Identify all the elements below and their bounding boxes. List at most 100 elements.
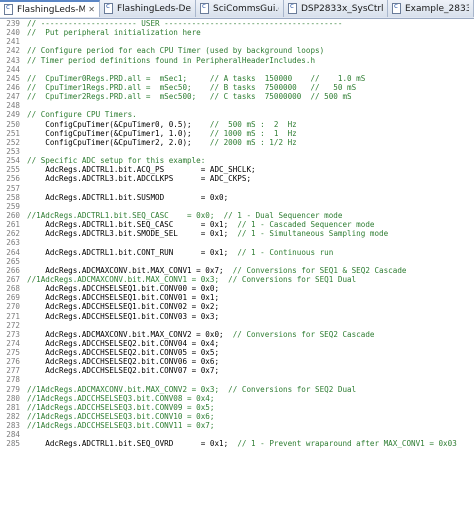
code-text: AdcRegs.ADCTRL1.bit.SEQ_OVRD = 0x1; (27, 439, 238, 449)
code-line[interactable]: 266 AdcRegs.ADCMAXCONV.bit.MAX_CONV1 = 0… (0, 266, 474, 275)
code-line[interactable]: 249 // Configure CPU Timers. (0, 110, 474, 119)
code-line[interactable]: 250 ConfigCpuTimer(&CpuTimer0, 0.5); // … (0, 120, 474, 129)
line-number: 250 (6, 119, 20, 129)
c-file-icon (4, 3, 13, 15)
code-line[interactable]: 281 //1AdcRegs.ADCCHSELSEQ3.bit.CONV09 = … (0, 403, 474, 412)
tab-example-2833x[interactable]: Example_2833x (388, 0, 474, 17)
line-number: 268 (6, 284, 20, 294)
line-number: 248 (6, 101, 20, 111)
code-line[interactable]: 278 (0, 375, 474, 384)
line-number: 254 (6, 156, 20, 166)
code-comment: // 2000 mS : 1/2 Hz (209, 137, 297, 147)
code-line[interactable]: 283 //1AdcRegs.ADCCHSELSEQ3.bit.CONV11 = … (0, 421, 474, 430)
code-line[interactable]: 251 ConfigCpuTimer(&CpuTimer1, 1.0); // … (0, 129, 474, 138)
code-line[interactable]: 280 //1AdcRegs.ADCCHSELSEQ3.bit.CONV08 = … (0, 394, 474, 403)
code-comment: // CpuTimer2Regs.PRD.all = mSec500; // C… (27, 92, 352, 102)
code-line[interactable]: 268 AdcRegs.ADCCHSELSEQ1.bit.CONV00 = 0x… (0, 284, 474, 293)
code-line[interactable]: 257 (0, 184, 474, 193)
code-line[interactable]: 275 AdcRegs.ADCCHSELSEQ2.bit.CONV05 = 0x… (0, 348, 474, 357)
line-number: 242 (6, 46, 20, 56)
code-editor[interactable]: 239 // --------------------- USER -------… (0, 19, 474, 505)
code-comment: // Configure period for each CPU Timer (… (27, 46, 325, 56)
code-line[interactable]: 256 AdcRegs.ADCTRL3.bit.ADCCLKPS = ADC_C… (0, 174, 474, 183)
line-number: 245 (6, 73, 20, 83)
line-number: 251 (6, 128, 20, 138)
code-comment: // Specific ADC setup for this example: (27, 156, 206, 166)
gutter (22, 238, 27, 247)
code-line[interactable]: 253 (0, 147, 474, 156)
line-number: 278 (6, 375, 20, 385)
code-text: AdcRegs.ADCCHSELSEQ2.bit.CONV05 = 0x5; (27, 348, 220, 358)
code-line[interactable]: 245 // CpuTimer0Regs.PRD.all = mSec1; // … (0, 74, 474, 83)
gutter (22, 101, 27, 110)
code-line[interactable]: 276 AdcRegs.ADCCHSELSEQ2.bit.CONV06 = 0x… (0, 357, 474, 366)
line-number: 280 (6, 393, 20, 403)
code-text: AdcRegs.ADCCHSELSEQ1.bit.CONV02 = 0x2; (27, 302, 220, 312)
code-comment: // 1 - Prevent wraparound after MAX_CONV… (237, 439, 457, 449)
code-line[interactable]: 285 AdcRegs.ADCTRL1.bit.SEQ_OVRD = 0x1; … (0, 439, 474, 448)
line-number: 284 (6, 430, 20, 440)
line-number: 263 (6, 238, 20, 248)
line-number: 277 (6, 366, 20, 376)
code-line[interactable]: 274 AdcRegs.ADCCHSELSEQ2.bit.CONV04 = 0x… (0, 339, 474, 348)
tab-dsp2833x-sysctrl[interactable]: DSP2833x_SysCtrl.c (284, 0, 388, 17)
code-line[interactable]: 264 AdcRegs.ADCTRL1.bit.CONT_RUN = 0x1; … (0, 248, 474, 257)
line-number: 264 (6, 247, 20, 257)
code-line[interactable]: 242 // Configure period for each CPU Time… (0, 46, 474, 55)
code-line[interactable]: 270 AdcRegs.ADCCHSELSEQ1.bit.CONV02 = 0x… (0, 302, 474, 311)
code-line[interactable]: 246 // CpuTimer1Regs.PRD.all = mSec50; //… (0, 83, 474, 92)
code-text: AdcRegs.ADCMAXCONV.bit.MAX_CONV2 = 0x0; (27, 329, 233, 339)
line-number: 239 (6, 19, 20, 28)
code-line[interactable]: 282 //1AdcRegs.ADCCHSELSEQ3.bit.CONV10 = … (0, 412, 474, 421)
close-icon[interactable]: ✕ (88, 5, 95, 14)
code-line[interactable]: 255 AdcRegs.ADCTRL1.bit.ACQ_PS = ADC_SHC… (0, 165, 474, 174)
code-line[interactable]: 267 //1AdcRegs.ADCMAXCONV.bit.MAX_CONV1 =… (0, 275, 474, 284)
tab-flashingleds-main[interactable]: FlashingLeds-Main.c ✕ (0, 0, 100, 17)
code-comment: // Put peripheral initialization here (27, 28, 201, 38)
code-line[interactable]: 273 AdcRegs.ADCMAXCONV.bit.MAX_CONV2 = 0… (0, 330, 474, 339)
code-line[interactable]: 258 AdcRegs.ADCTRL1.bit.SUSMOD = 0x0; (0, 193, 474, 202)
line-number: 267 (6, 274, 20, 284)
code-text: AdcRegs.ADCTRL3.bit.SMODE_SEL = 0x1; (27, 229, 238, 239)
code-line[interactable]: 247 // CpuTimer2Regs.PRD.all = mSec500; /… (0, 92, 474, 101)
code-comment: // 500 mS : 2 Hz (209, 119, 297, 129)
line-number: 274 (6, 338, 20, 348)
code-line[interactable]: 243 // Timer period definitions found in … (0, 56, 474, 65)
code-line[interactable]: 271 AdcRegs.ADCCHSELSEQ1.bit.CONV03 = 0x… (0, 312, 474, 321)
code-line[interactable]: 284 (0, 430, 474, 439)
code-line[interactable]: 244 (0, 65, 474, 74)
tab-scicommsgui[interactable]: SciCommsGui.c (196, 0, 284, 17)
code-line[interactable]: 259 (0, 202, 474, 211)
code-line[interactable]: 239 // --------------------- USER -------… (0, 19, 474, 28)
code-line[interactable]: 262 AdcRegs.ADCTRL3.bit.SMODE_SEL = 0x1;… (0, 229, 474, 238)
line-number: 270 (6, 302, 20, 312)
tab-flashingleds-devinit[interactable]: FlashingLeds-DevI... (100, 0, 196, 17)
code-comment: //1AdcRegs.ADCCHSELSEQ3.bit.CONV11 = 0x7… (27, 421, 215, 431)
code-line[interactable]: 240 // Put peripheral initialization here (0, 28, 474, 37)
line-number: 275 (6, 348, 20, 358)
code-line[interactable]: 252 ConfigCpuTimer(&CpuTimer2, 2.0); // … (0, 138, 474, 147)
code-line[interactable]: 260 //1AdcRegs.ADCTRL1.bit.SEQ_CASC = 0x0… (0, 211, 474, 220)
code-text: AdcRegs.ADCTRL1.bit.ACQ_PS = ADC_SHCLK; (27, 165, 256, 175)
tab-label: FlashingLeds-Main.c (17, 4, 86, 15)
code-line[interactable]: 277 AdcRegs.ADCCHSELSEQ2.bit.CONV07 = 0x… (0, 366, 474, 375)
code-line[interactable]: 261 AdcRegs.ADCTRL1.bit.SEQ_CASC = 0x1; … (0, 220, 474, 229)
line-number: 265 (6, 256, 20, 266)
line-number: 244 (6, 64, 20, 74)
line-number: 255 (6, 165, 20, 175)
code-line[interactable]: 254 // Specific ADC setup for this exampl… (0, 156, 474, 165)
code-line[interactable]: 248 (0, 101, 474, 110)
code-line[interactable]: 272 (0, 321, 474, 330)
tab-label: FlashingLeds-DevI... (117, 3, 191, 14)
code-line[interactable]: 269 AdcRegs.ADCCHSELSEQ1.bit.CONV01 = 0x… (0, 293, 474, 302)
line-number: 261 (6, 220, 20, 230)
code-line[interactable]: 279 //1AdcRegs.ADCMAXCONV.bit.MAX_CONV2 =… (0, 385, 474, 394)
code-line[interactable]: 265 (0, 257, 474, 266)
c-file-icon (104, 2, 113, 14)
line-number: 272 (6, 320, 20, 330)
tab-label: DSP2833x_SysCtrl.c (301, 3, 383, 14)
code-comment: //1AdcRegs.ADCTRL1.bit.SEQ_CASC = 0x0; /… (27, 210, 343, 220)
line-number: 281 (6, 402, 20, 412)
code-line[interactable]: 241 (0, 37, 474, 46)
code-line[interactable]: 263 (0, 238, 474, 247)
